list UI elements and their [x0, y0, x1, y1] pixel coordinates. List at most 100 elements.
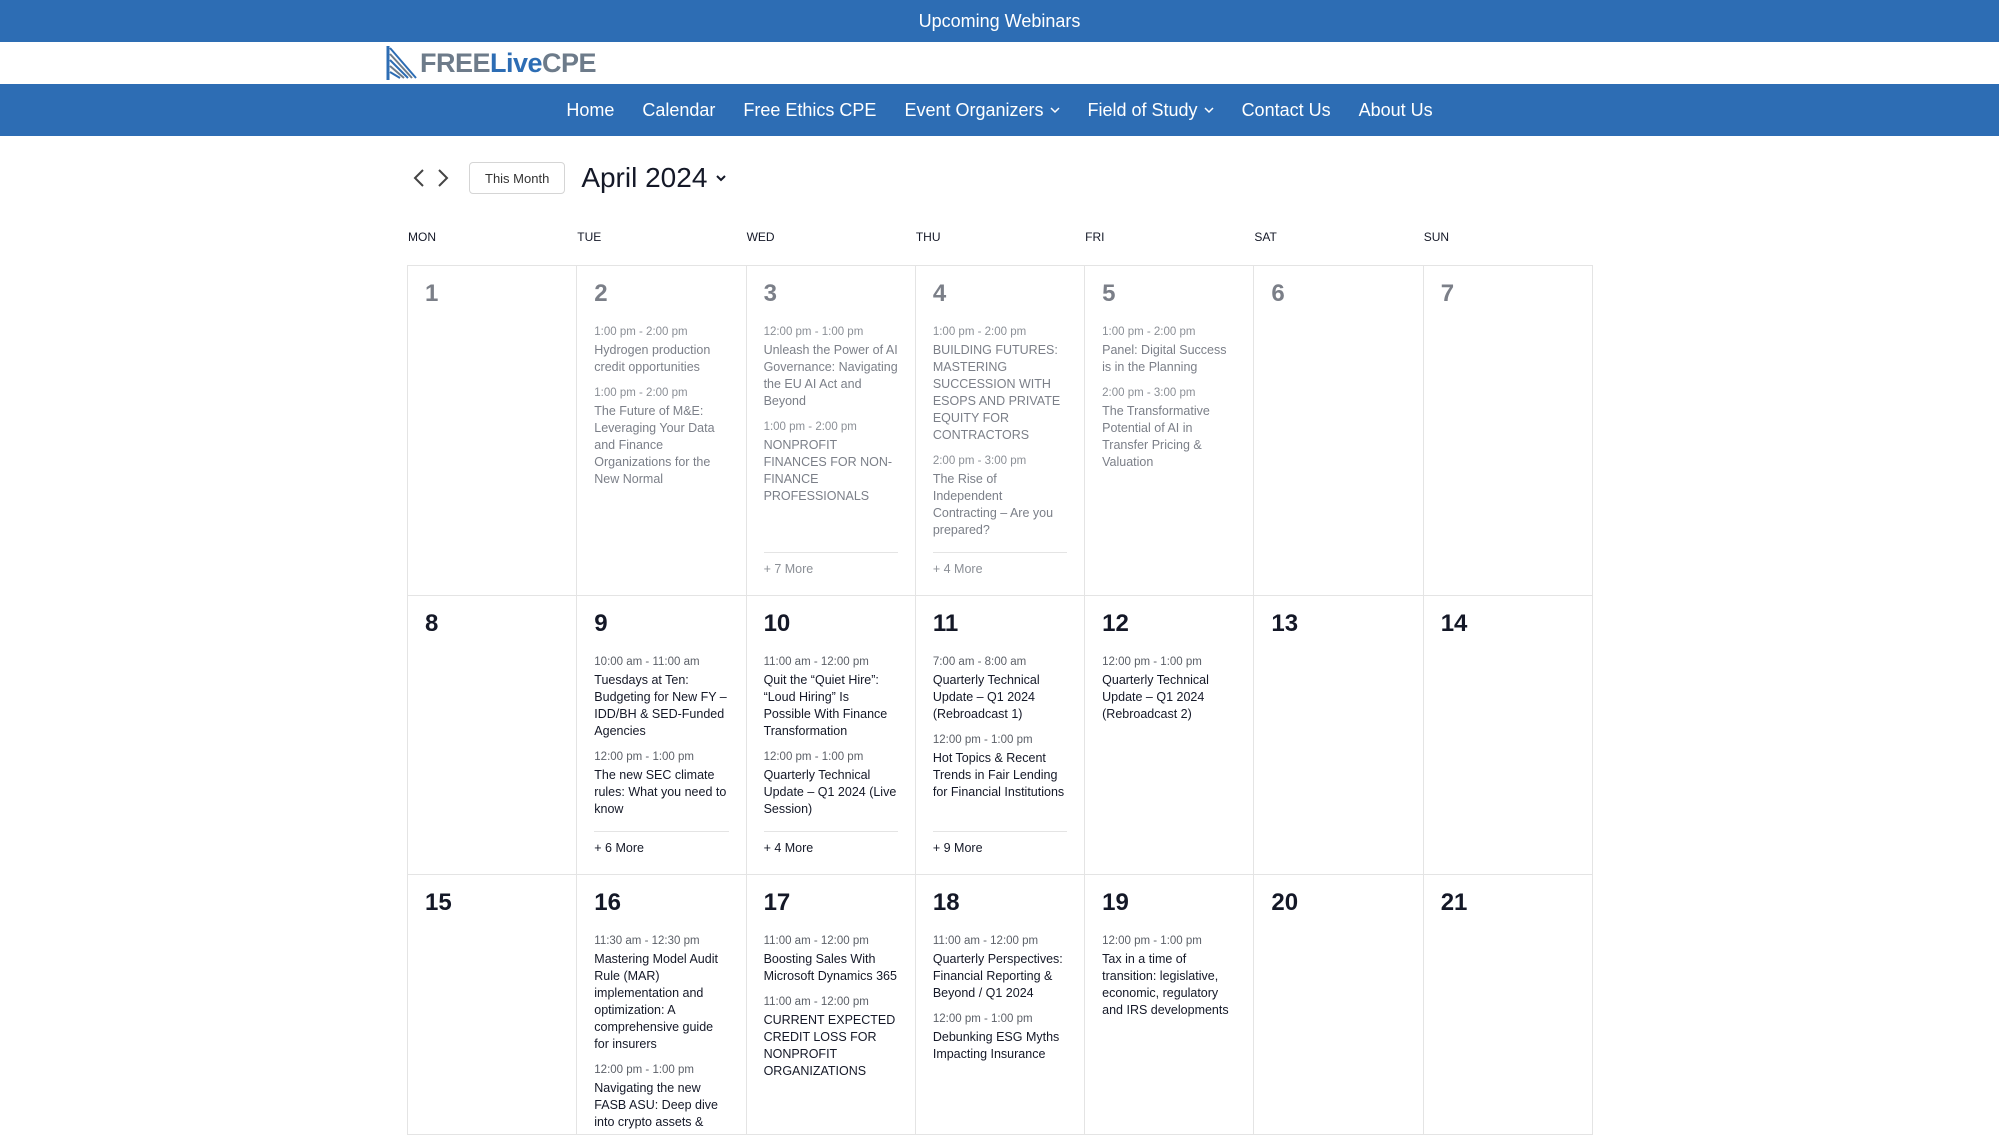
day-cell[interactable]: 20	[1254, 875, 1424, 1135]
event-title[interactable]: Quarterly Technical Update – Q1 2024 (Re…	[1102, 672, 1236, 723]
day-number[interactable]: 17	[764, 889, 898, 923]
site-logo[interactable]: FREELiveCPE	[386, 44, 597, 82]
day-cell[interactable]: 10 11:00 am - 12:00 pm Quit the “Quiet Hi…	[746, 596, 916, 875]
day-number[interactable]: 16	[594, 889, 728, 923]
event-title[interactable]: Navigating the new FASB ASU: Deep dive i…	[594, 1080, 728, 1131]
event-title[interactable]: The Future of M&E: Leveraging Your Data …	[594, 403, 728, 488]
day-cell[interactable]: 8	[408, 596, 578, 875]
nav-about-us[interactable]: About Us	[1359, 100, 1433, 121]
day-cell[interactable]: 1	[408, 266, 578, 596]
event-title[interactable]: Quit the “Quiet Hire”: “Loud Hiring” Is …	[764, 672, 898, 740]
day-cell[interactable]: 7	[1423, 266, 1593, 596]
event-title[interactable]: Quarterly Technical Update – Q1 2024 (Li…	[764, 767, 898, 818]
day-number[interactable]: 4	[933, 280, 1067, 314]
day-cell[interactable]: 14	[1423, 596, 1593, 875]
next-month-button[interactable]	[431, 163, 455, 193]
event-item[interactable]: 10:00 am - 11:00 am Tuesdays at Ten: Budg…	[594, 655, 728, 740]
event-title[interactable]: Panel: Digital Success is in the Plannin…	[1102, 342, 1236, 376]
day-number[interactable]: 9	[594, 610, 728, 644]
day-cell[interactable]: 15	[408, 875, 578, 1135]
upcoming-webinars-link[interactable]: Upcoming Webinars	[919, 11, 1081, 32]
event-item[interactable]: 11:00 am - 12:00 pm Quit the “Quiet Hire”…	[764, 655, 898, 740]
day-number[interactable]: 19	[1102, 889, 1236, 923]
event-title[interactable]: CURRENT EXPECTED CREDIT LOSS FOR NONPROF…	[764, 1012, 898, 1080]
event-title[interactable]: Quarterly Perspectives: Financial Report…	[933, 951, 1067, 1002]
event-item[interactable]: 2:00 pm - 3:00 pm The Rise of Independent…	[933, 454, 1067, 539]
event-item[interactable]: 11:30 am - 12:30 pm Mastering Model Audit…	[594, 934, 728, 1053]
event-title[interactable]: Boosting Sales With Microsoft Dynamics 3…	[764, 951, 898, 985]
event-item[interactable]: 12:00 pm - 1:00 pm Tax in a time of trans…	[1102, 934, 1236, 1019]
day-cell[interactable]: 17 11:00 am - 12:00 pm Boosting Sales Wit…	[746, 875, 916, 1135]
event-item[interactable]: 11:00 am - 12:00 pm Boosting Sales With M…	[764, 934, 898, 985]
event-item[interactable]: 12:00 pm - 1:00 pm The new SEC climate ru…	[594, 750, 728, 818]
event-title[interactable]: Quarterly Technical Update – Q1 2024 (Re…	[933, 672, 1067, 723]
day-number[interactable]: 15	[425, 889, 559, 923]
day-number[interactable]: 1	[425, 280, 559, 314]
day-number[interactable]: 7	[1441, 280, 1575, 314]
more-events-link[interactable]: + 6 More	[594, 831, 729, 855]
event-title[interactable]: Hydrogen production credit opportunities	[594, 342, 728, 376]
day-number[interactable]: 18	[933, 889, 1067, 923]
prev-month-button[interactable]	[407, 163, 431, 193]
top-announcement-bar[interactable]: Upcoming Webinars	[0, 0, 1999, 42]
event-title[interactable]: The Rise of Independent Contracting – Ar…	[933, 471, 1067, 539]
day-cell[interactable]: 13	[1254, 596, 1424, 875]
event-item[interactable]: 1:00 pm - 2:00 pm BUILDING FUTURES: MASTE…	[933, 325, 1067, 444]
event-item[interactable]: 1:00 pm - 2:00 pm Panel: Digital Success …	[1102, 325, 1236, 376]
day-number[interactable]: 6	[1271, 280, 1405, 314]
day-cell[interactable]: 12 12:00 pm - 1:00 pm Quarterly Technical…	[1085, 596, 1255, 875]
day-cell[interactable]: 19 12:00 pm - 1:00 pm Tax in a time of tr…	[1085, 875, 1255, 1135]
nav-free-ethics-cpe[interactable]: Free Ethics CPE	[743, 100, 876, 121]
month-picker[interactable]: April 2024	[581, 162, 727, 194]
day-number[interactable]: 2	[594, 280, 728, 314]
nav-field-of-study[interactable]: Field of Study	[1088, 100, 1214, 121]
nav-home[interactable]: Home	[566, 100, 614, 121]
day-number[interactable]: 8	[425, 610, 559, 644]
nav-calendar[interactable]: Calendar	[642, 100, 715, 121]
event-title[interactable]: Tuesdays at Ten: Budgeting for New FY – …	[594, 672, 728, 740]
event-item[interactable]: 1:00 pm - 2:00 pm NONPROFIT FINANCES FOR …	[764, 420, 898, 505]
more-events-link[interactable]: + 9 More	[932, 831, 1068, 855]
day-cell[interactable]: 3 12:00 pm - 1:00 pm Unleash the Power of…	[746, 266, 916, 596]
event-title[interactable]: The new SEC climate rules: What you need…	[594, 767, 728, 818]
nav-event-organizers[interactable]: Event Organizers	[904, 100, 1060, 121]
event-item[interactable]: 11:00 am - 12:00 pm CURRENT EXPECTED CRED…	[764, 995, 898, 1080]
day-number[interactable]: 21	[1441, 889, 1575, 923]
day-cell[interactable]: 6	[1254, 266, 1424, 596]
day-cell[interactable]: 16 11:30 am - 12:30 pm Mastering Model Au…	[577, 875, 747, 1135]
event-title[interactable]: Mastering Model Audit Rule (MAR) impleme…	[594, 951, 728, 1053]
more-events-link[interactable]: + 4 More	[763, 831, 898, 855]
event-title[interactable]: The Transformative Potential of AI in Tr…	[1102, 403, 1236, 471]
event-title[interactable]: Unleash the Power of AI Governance: Navi…	[764, 342, 898, 410]
day-number[interactable]: 14	[1441, 610, 1575, 644]
day-cell[interactable]: 2 1:00 pm - 2:00 pm Hydrogen production c…	[577, 266, 747, 596]
event-item[interactable]: 12:00 pm - 1:00 pm Navigating the new FAS…	[594, 1063, 728, 1131]
event-title[interactable]: NONPROFIT FINANCES FOR NON-FINANCE PROFE…	[764, 437, 898, 505]
event-title[interactable]: Tax in a time of transition: legislative…	[1102, 951, 1236, 1019]
event-item[interactable]: 1:00 pm - 2:00 pm Hydrogen production cre…	[594, 325, 728, 376]
day-number[interactable]: 12	[1102, 610, 1236, 644]
day-cell[interactable]: 4 1:00 pm - 2:00 pm BUILDING FUTURES: MAS…	[915, 266, 1086, 596]
day-cell[interactable]: 5 1:00 pm - 2:00 pm Panel: Digital Succes…	[1085, 266, 1255, 596]
day-cell[interactable]: 18 11:00 am - 12:00 pm Quarterly Perspect…	[915, 875, 1086, 1135]
day-number[interactable]: 3	[764, 280, 898, 314]
event-item[interactable]: 2:00 pm - 3:00 pm The Transformative Pote…	[1102, 386, 1236, 471]
event-item[interactable]: 12:00 pm - 1:00 pm Unleash the Power of A…	[764, 325, 898, 410]
event-title[interactable]: Hot Topics & Recent Trends in Fair Lendi…	[933, 750, 1067, 801]
nav-contact-us[interactable]: Contact Us	[1242, 100, 1331, 121]
day-number[interactable]: 5	[1102, 280, 1236, 314]
event-item[interactable]: 12:00 pm - 1:00 pm Quarterly Technical Up…	[1102, 655, 1236, 723]
event-item[interactable]: 1:00 pm - 2:00 pm The Future of M&E: Leve…	[594, 386, 728, 488]
day-number[interactable]: 20	[1271, 889, 1405, 923]
more-events-link[interactable]: + 4 More	[932, 552, 1068, 576]
more-events-link[interactable]: + 7 More	[763, 552, 898, 576]
event-title[interactable]: Debunking ESG Myths Impacting Insurance	[933, 1029, 1067, 1063]
day-number[interactable]: 13	[1271, 610, 1405, 644]
event-item[interactable]: 11:00 am - 12:00 pm Quarterly Perspective…	[933, 934, 1067, 1002]
event-title[interactable]: BUILDING FUTURES: MASTERING SUCCESSION W…	[933, 342, 1067, 444]
day-cell[interactable]: 11 7:00 am - 8:00 am Quarterly Technical …	[915, 596, 1086, 875]
event-item[interactable]: 7:00 am - 8:00 am Quarterly Technical Upd…	[933, 655, 1067, 723]
event-item[interactable]: 12:00 pm - 1:00 pm Hot Topics & Recent Tr…	[933, 733, 1067, 801]
day-number[interactable]: 11	[933, 610, 1067, 644]
this-month-button[interactable]: This Month	[469, 162, 566, 194]
